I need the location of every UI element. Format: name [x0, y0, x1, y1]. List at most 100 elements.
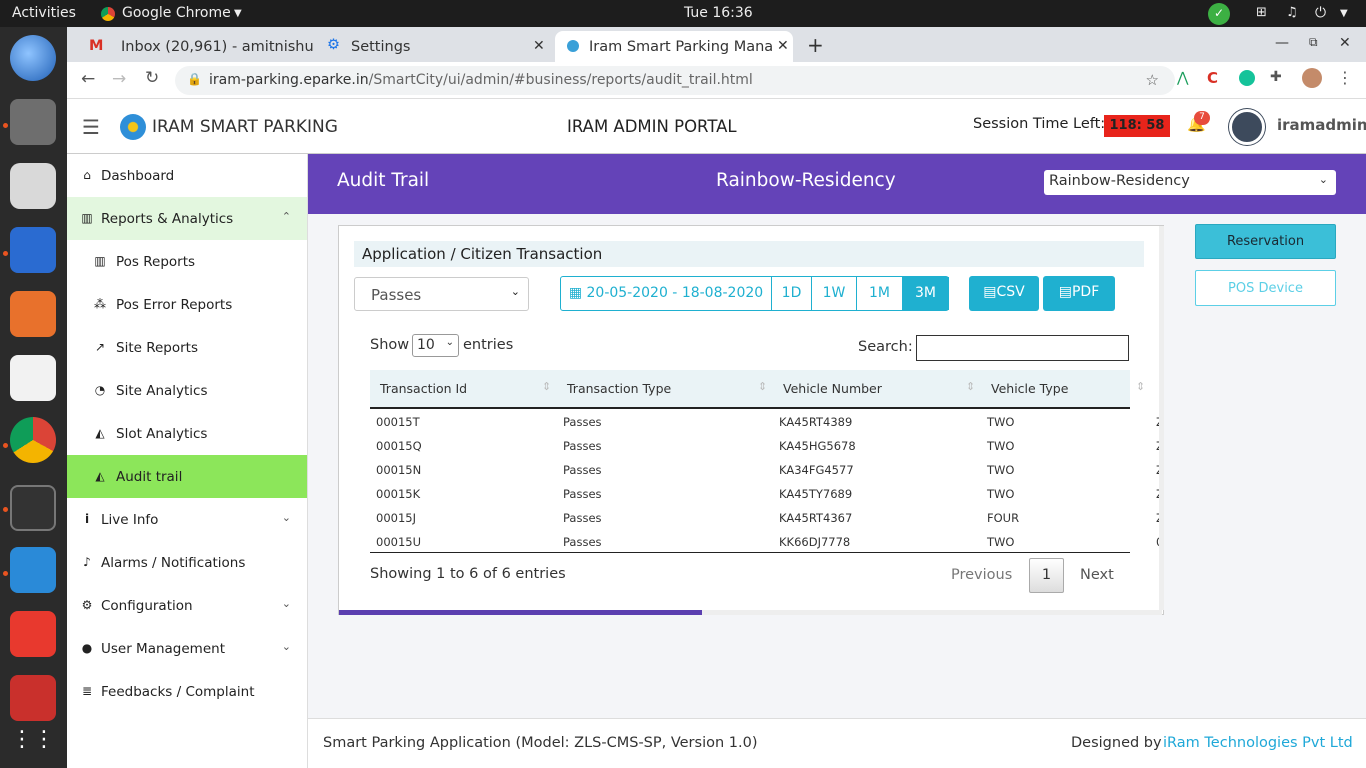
software-center-icon[interactable] — [10, 291, 56, 337]
sidebar-item-site-reports[interactable]: ↗ Site Reports — [67, 326, 307, 369]
range-3m-button[interactable]: 3M — [902, 277, 949, 310]
sort-icon[interactable]: ⇕ — [1136, 380, 1145, 393]
transaction-type-select[interactable]: Passes ⌄ — [354, 277, 529, 311]
sidebar-item-user-management[interactable]: ● User Management ⌄ — [67, 627, 307, 670]
sidebar-item-label: Pos Error Reports — [116, 297, 233, 313]
site-select[interactable]: Rainbow-Residency ⌄ — [1044, 170, 1336, 195]
new-tab-icon[interactable]: + — [807, 33, 824, 57]
activities-button[interactable]: Activities — [12, 5, 76, 21]
column-transaction-type[interactable]: Transaction Type — [567, 381, 671, 396]
sidebar-item-dashboard[interactable]: ⌂ Dashboard — [67, 154, 307, 197]
table-row[interactable]: 00015JPassesKA45RT4367FOURZ — [370, 505, 1164, 529]
extension-icon[interactable]: ⋀ — [1177, 70, 1188, 86]
search-label: Search: — [858, 339, 913, 355]
range-1w-button[interactable]: 1W — [812, 277, 857, 310]
thunderbird-icon[interactable] — [10, 35, 56, 81]
files-icon[interactable] — [10, 99, 56, 145]
maximize-icon[interactable]: ⧉ — [1309, 35, 1318, 50]
volume-icon[interactable]: ♫ — [1286, 5, 1298, 20]
minimize-icon[interactable]: — — [1275, 35, 1289, 51]
tab-iram-parking[interactable]: Iram Smart Parking Mana ✕ — [555, 31, 793, 62]
range-1m-button[interactable]: 1M — [857, 277, 902, 310]
iram-logo — [120, 114, 146, 140]
update-check-icon[interactable]: ✓ — [1208, 3, 1230, 25]
app-grid-icon[interactable]: ⋮⋮ — [10, 717, 56, 763]
terminal-icon[interactable] — [10, 485, 56, 531]
extension-c-icon[interactable]: C — [1207, 69, 1218, 87]
csv-button[interactable]: ▤CSV — [969, 276, 1039, 311]
profile-avatar[interactable] — [1302, 68, 1322, 88]
table-row[interactable]: 00015TPassesKA45RT4389TWOZ — [370, 409, 1164, 433]
sidebar-item-audit-trail[interactable]: ◭ Audit trail — [67, 455, 307, 498]
anydesk-icon[interactable] — [10, 611, 56, 657]
writer-icon[interactable] — [10, 227, 56, 273]
site-select-value: Rainbow-Residency — [1049, 173, 1190, 189]
column-vehicle-number[interactable]: Vehicle Number — [783, 381, 882, 396]
sort-icon[interactable]: ⇕ — [542, 380, 551, 393]
network-icon[interactable]: ⊞ — [1256, 5, 1267, 20]
hamburger-icon[interactable]: ☰ — [82, 115, 100, 139]
puzzle-icon[interactable]: ✚ — [1270, 69, 1282, 85]
sidebar-item-live-info[interactable]: i Live Info ⌄ — [67, 498, 307, 541]
close-icon[interactable]: ✕ — [773, 38, 789, 54]
bookmark-star-icon[interactable]: ☆ — [1146, 71, 1159, 89]
column-vehicle-type[interactable]: Vehicle Type — [991, 381, 1068, 396]
power-icon[interactable]: ⏻ — [1315, 5, 1326, 21]
pdf-button[interactable]: ▤PDF — [1043, 276, 1115, 311]
chrome-dock-icon[interactable] — [10, 417, 56, 463]
vertical-scrollbar[interactable] — [1159, 226, 1164, 610]
sidebar-item-feedbacks[interactable]: ≣ Feedbacks / Complaint — [67, 670, 307, 713]
sidebar-item-alarms[interactable]: ♪ Alarms / Notifications — [67, 541, 307, 584]
sidebar-item-pos-reports[interactable]: ▥ Pos Reports — [67, 240, 307, 283]
footer-company-link[interactable]: iRam Technologies Pvt Ltd — [1163, 735, 1353, 751]
reload-icon[interactable]: ↻ — [145, 68, 159, 88]
username[interactable]: iramadmin — [1277, 116, 1366, 134]
filezilla-icon[interactable] — [10, 675, 56, 721]
address-bar[interactable]: 🔒 iram-parking.eparke.in/SmartCity/ui/ad… — [175, 66, 1175, 95]
range-1d-button[interactable]: 1D — [772, 277, 812, 310]
pagination-previous[interactable]: Previous — [951, 567, 1012, 583]
table-row[interactable]: 00015UPassesKK66DJ7778TWO0 — [370, 529, 1163, 553]
horizontal-scrollbar[interactable] — [339, 610, 1162, 615]
amazon-icon[interactable] — [10, 355, 56, 401]
rhythmbox-icon[interactable] — [10, 163, 56, 209]
browser-toolbar: ← → ↻ 🔒 iram-parking.eparke.in/SmartCity… — [67, 62, 1366, 99]
tab-settings[interactable]: ⚙ Settings ✕ — [317, 31, 553, 62]
back-icon[interactable]: ← — [81, 69, 95, 89]
chrome-app-icon — [101, 7, 115, 21]
table-row[interactable]: 00015NPassesKA34FG4577TWOZ — [370, 457, 1164, 481]
reservation-button[interactable]: Reservation — [1195, 224, 1336, 259]
bar-chart-icon: ▥ — [94, 254, 106, 268]
forward-icon[interactable]: → — [112, 69, 126, 89]
sort-icon[interactable]: ⇕ — [758, 380, 767, 393]
scrollbar-thumb[interactable] — [339, 610, 702, 615]
sidebar-item-reports-analytics[interactable]: ▥ Reports & Analytics ⌃ — [67, 197, 307, 240]
sidebar-item-site-analytics[interactable]: ◔ Site Analytics — [67, 369, 307, 412]
sidebar-item-label: Site Reports — [116, 340, 198, 356]
system-menu-chevron-icon[interactable]: ▼ — [1340, 8, 1348, 19]
table-row[interactable]: 00015QPassesKA45HG5678TWOZ — [370, 433, 1164, 457]
pos-device-button[interactable]: POS Device — [1195, 270, 1336, 306]
sidebar-item-configuration[interactable]: ⚙ Configuration ⌄ — [67, 584, 307, 627]
grammarly-icon[interactable] — [1239, 70, 1255, 86]
clock[interactable]: Tue 16:36 — [684, 5, 753, 21]
sidebar-item-pos-error-reports[interactable]: ⁂ Pos Error Reports — [67, 283, 307, 326]
pagination-page-1[interactable]: 1 — [1029, 558, 1064, 593]
pagination-next[interactable]: Next — [1080, 567, 1114, 583]
date-range-picker[interactable]: ▦ 20-05-2020 - 18-08-2020 — [561, 277, 772, 310]
sidebar-item-slot-analytics[interactable]: ◭ Slot Analytics — [67, 412, 307, 455]
page-length-select[interactable]: 10 ⌄ — [412, 334, 459, 357]
menu-kebab-icon[interactable]: ⋮ — [1337, 68, 1353, 87]
tab-inbox[interactable]: M Inbox (20,961) - amitnishu — [77, 31, 317, 62]
window-close-icon[interactable]: ✕ — [1339, 35, 1351, 51]
vscode-icon[interactable] — [10, 547, 56, 593]
search-input[interactable] — [916, 335, 1129, 361]
app-menu[interactable]: Google Chrome — [122, 5, 231, 21]
user-avatar[interactable] — [1229, 109, 1265, 145]
sort-icon[interactable]: ⇕ — [966, 380, 975, 393]
table-row[interactable]: 00015KPassesKA45TY7689TWOZ — [370, 481, 1164, 505]
tab-label: Settings — [351, 39, 411, 55]
close-icon[interactable]: ✕ — [533, 38, 545, 54]
tab-label: Inbox (20,961) - amitnishu — [121, 39, 314, 55]
column-transaction-id[interactable]: Transaction Id — [380, 381, 467, 396]
